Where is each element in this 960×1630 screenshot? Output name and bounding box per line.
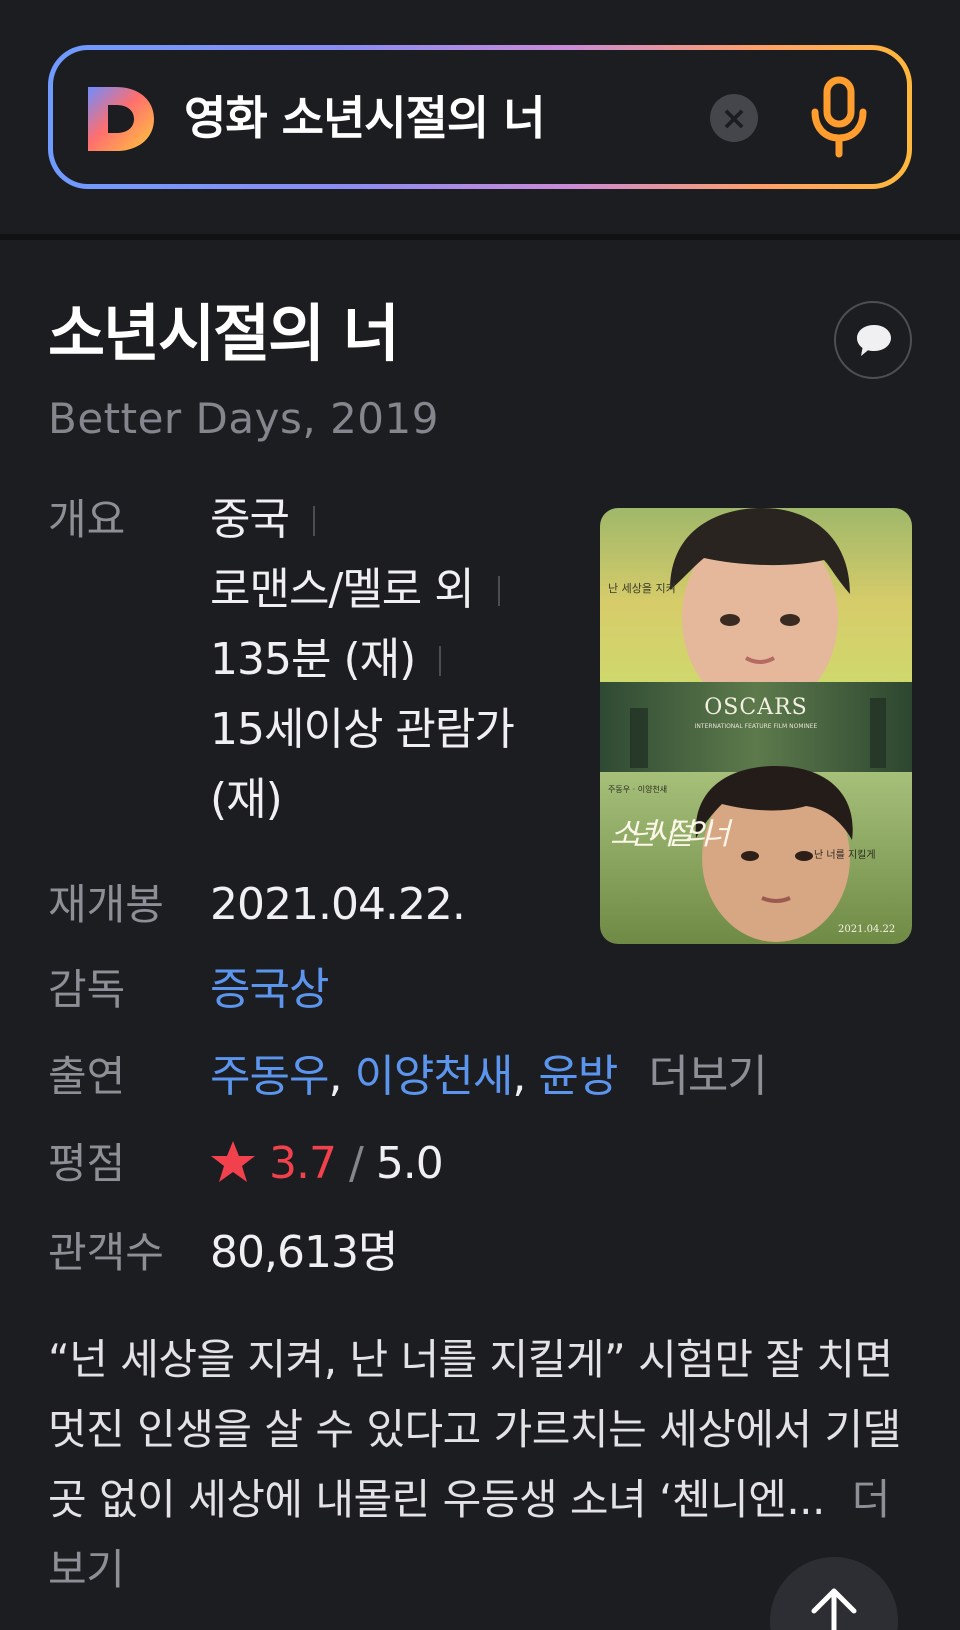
divider [312,506,315,536]
cast-more-link[interactable]: 더보기 [648,1051,767,1102]
poster-oscars-sub: INTERNATIONAL FEATURE FILM NOMINEE [695,723,818,730]
poster-cast-small: 주동우 · 이양천새 [608,784,667,794]
poster-calligraphy-title: 소년 시절의 너 [610,817,733,852]
cast-link-2[interactable]: 이양천새 [354,1051,513,1102]
rating-value: 3.7 / 5.0 [210,1137,444,1191]
rating-slash: / [348,1138,364,1189]
poster-oscars-badge: OSCARS [704,695,807,720]
audience-value: 80,613명 [210,1227,398,1278]
rerelease-label: 재개봉 [48,880,164,929]
divider [439,646,442,676]
cast-link-1[interactable]: 주동우 [210,1051,329,1102]
director-link[interactable]: 증국상 [210,963,329,1017]
cast-list: 주동우, 이양천새, 윤방 더보기 [210,1050,768,1104]
header-divider [0,234,960,240]
search-bar-inner: 영화 소년시절의 너 × [53,50,907,184]
close-icon: × [720,99,748,137]
cast-label: 출연 [48,1052,126,1101]
age-rating-line2: (재) [210,774,283,825]
comma: , [512,1051,526,1102]
movie-title[interactable]: 소년시절의 너 [48,295,400,373]
search-bar[interactable]: 영화 소년시절의 너 × [48,45,912,189]
daum-logo-icon[interactable] [86,83,156,155]
clear-search-button[interactable]: × [710,94,758,142]
poster-tagline-top: 난 세상을 지켜 [608,582,676,595]
arrow-up-icon [811,1588,857,1630]
poster-date: 2021.04.22 [838,924,895,935]
microphone-icon[interactable] [809,76,869,160]
rating-label: 평점 [48,1139,126,1188]
cast-link-3[interactable]: 윤방 [538,1051,618,1102]
poster-tagline-bottom: 난 너를 지킬게 [814,848,876,861]
movie-subtitle: Better Days, 2019 [48,394,439,443]
comma: , [328,1051,342,1102]
movie-description: “넌 세상을 지켜, 난 너를 지킬게” 시험만 잘 치면 멋진 인생을 살 수… [48,1325,918,1605]
divider [497,576,500,606]
rating-score: 3.7 [269,1138,337,1189]
audience-label: 관객수 [48,1228,164,1277]
overview-label: 개요 [48,495,126,544]
search-query[interactable]: 영화 소년시절의 너 [184,83,546,153]
star-icon [211,1141,255,1182]
director-label: 감독 [48,965,126,1014]
genre-value: 로맨스/멜로 외 [210,563,500,617]
movie-poster[interactable]: 난 세상을 지켜 OSCARS INTERNATIONAL FEATURE FI… [600,508,912,944]
country-text: 중국 [210,494,290,545]
runtime-value: 135분 (재) [210,633,442,687]
country-value: 중국 [210,493,315,547]
description-text: “넌 세상을 지켜, 난 너를 지킬게” 시험만 잘 치면 멋진 인생을 살 수… [48,1335,901,1524]
genre-text: 로맨스/멜로 외 [210,564,475,615]
app-root: 영화 소년시절의 너 × 소년시절의 너 Better Days, 2019 개… [0,0,960,1630]
comment-button[interactable] [834,301,912,379]
runtime-text: 135분 (재) [210,634,416,685]
rating-max: 5.0 [375,1138,444,1189]
age-rating-line1: 15세이상 관람가 [210,704,515,755]
speech-bubble-icon [857,325,891,356]
rerelease-value: 2021.04.22. [210,879,466,930]
